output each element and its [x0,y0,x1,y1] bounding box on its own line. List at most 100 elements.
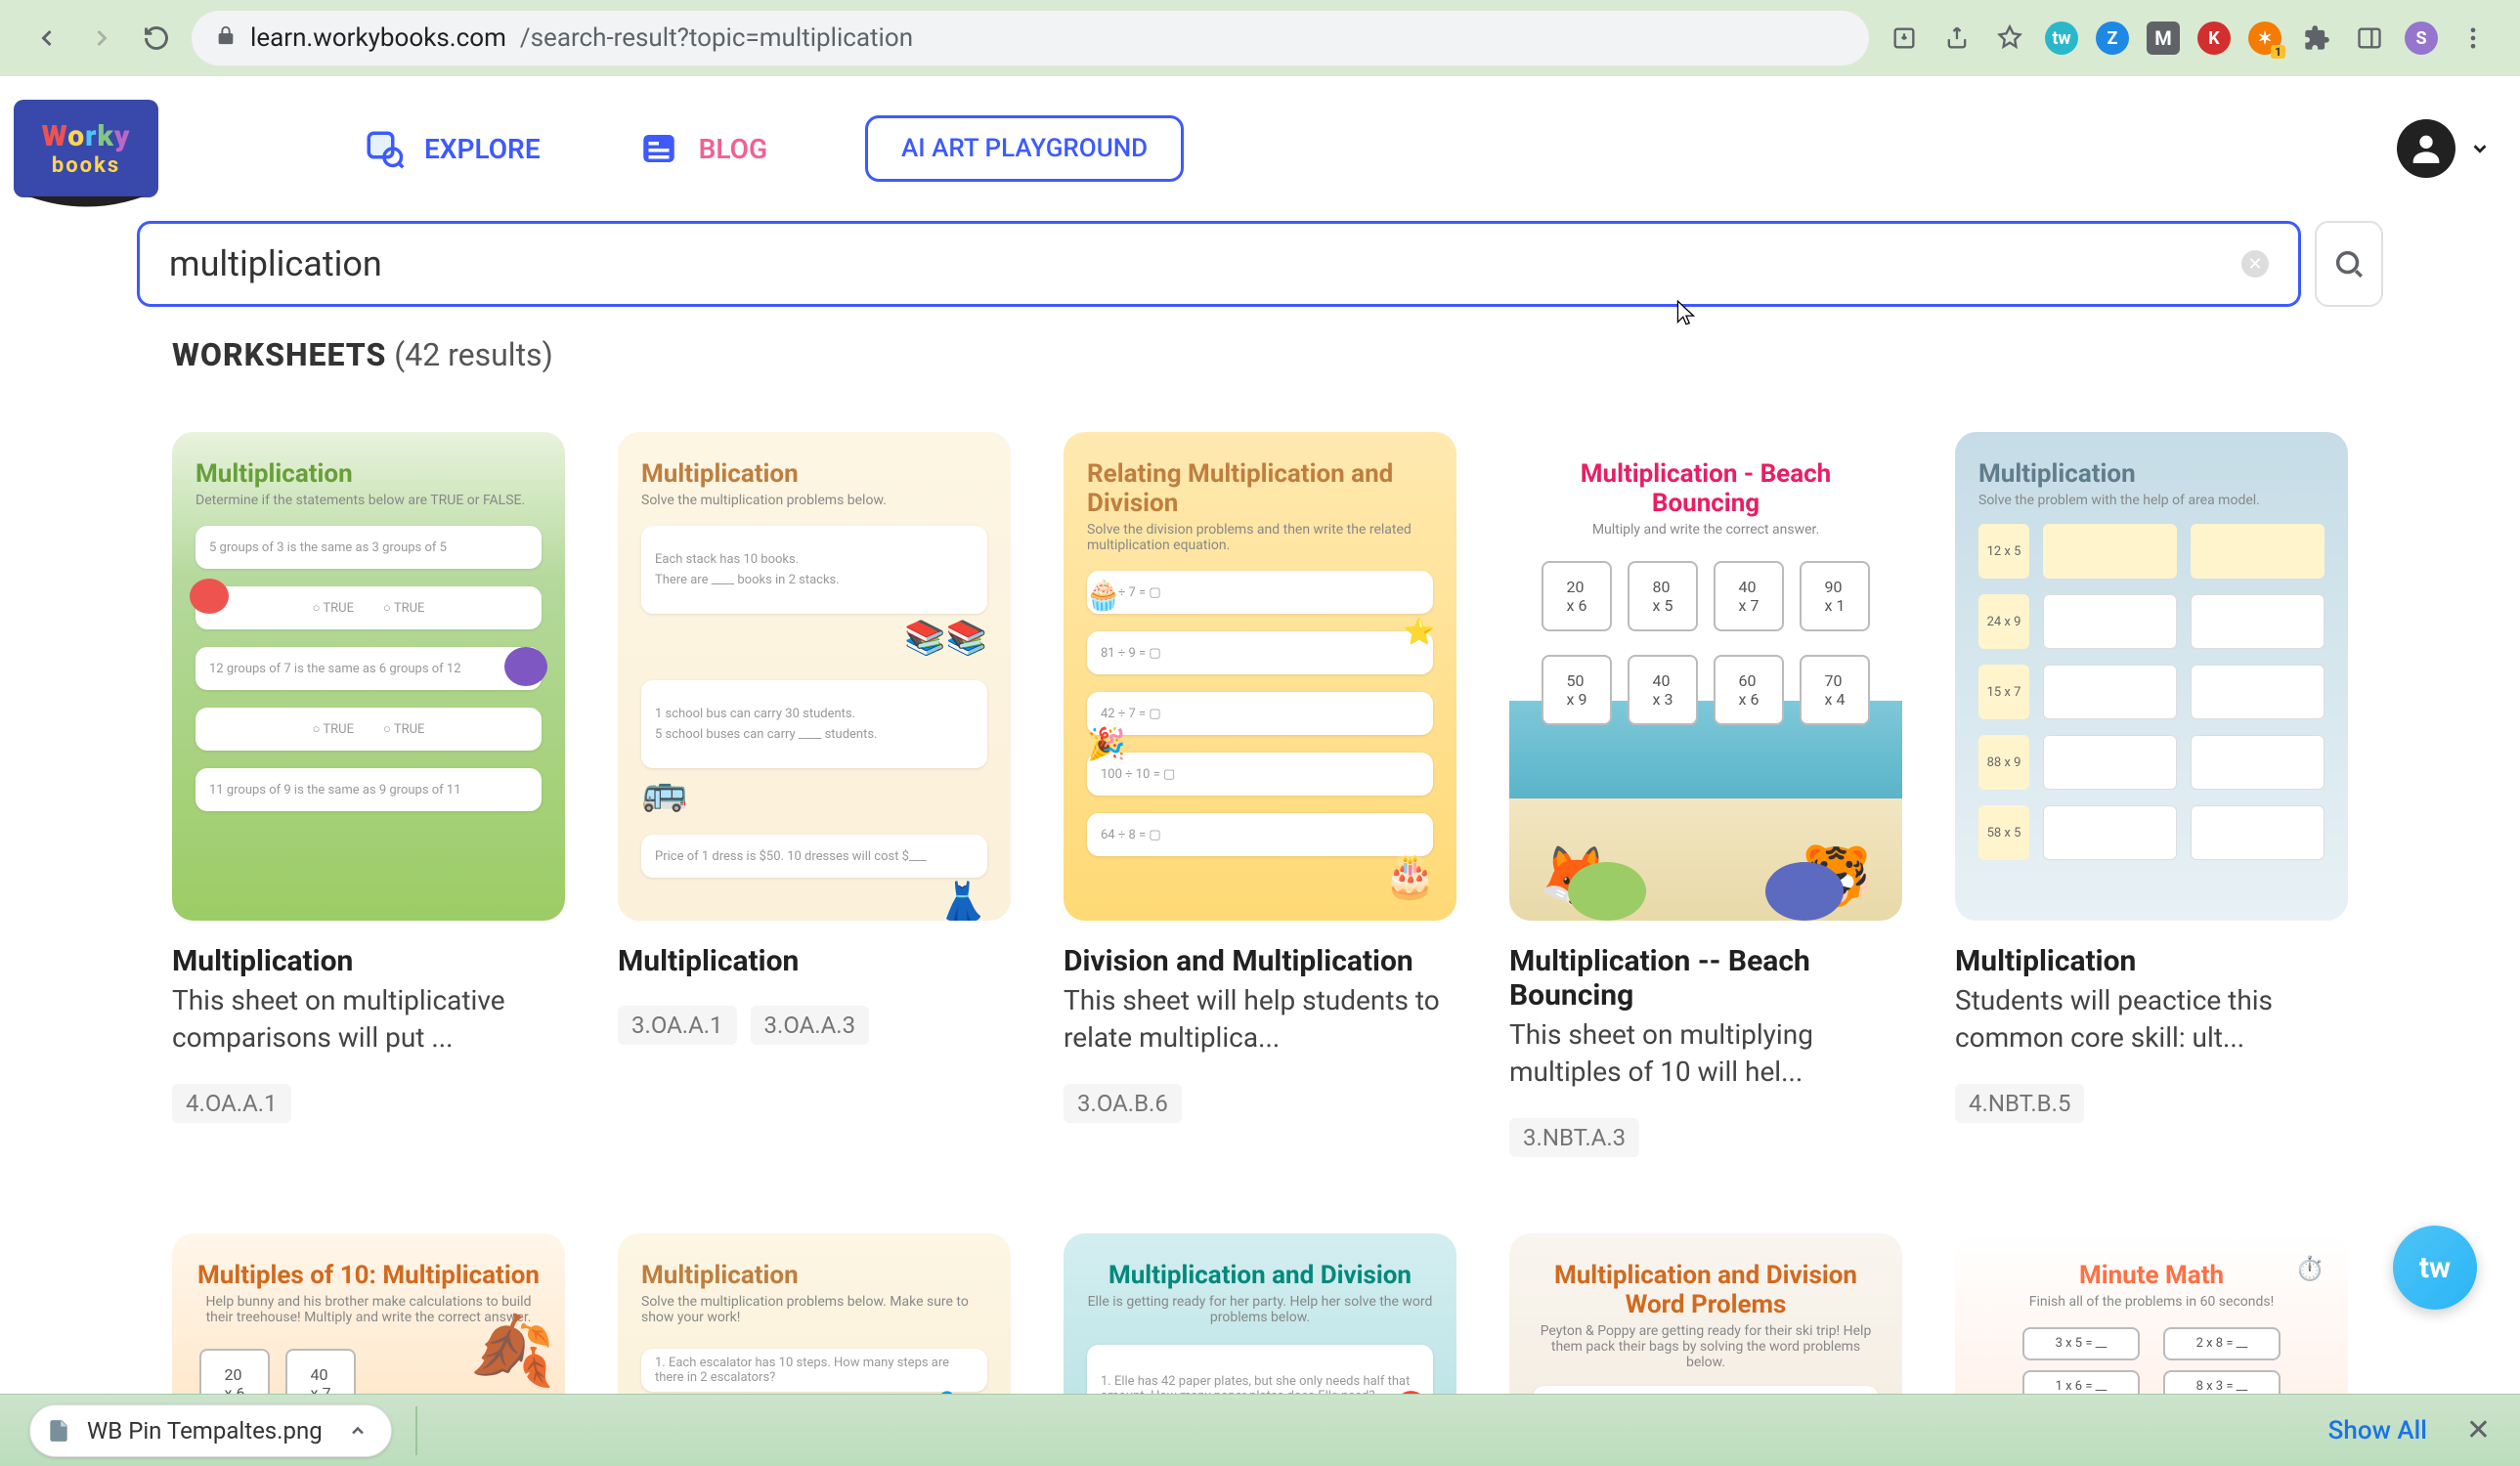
extension-icon[interactable]: tw [2045,22,2078,55]
worksheet-thumbnail[interactable]: Multiplication Solve the multiplication … [618,432,1011,921]
logo-line2: books [52,153,120,178]
worksheet-thumbnail[interactable]: Multiplication - Beach Bouncing Multiply… [1509,432,1902,921]
worksheet-card: Multiplication Solve the problem with th… [1955,432,2348,1157]
search-row: ✕ [0,221,2520,307]
results-heading: WORKSHEETS (42 results) [0,307,2520,403]
download-item[interactable]: WB Pin Tempaltes.png [29,1404,392,1457]
thumb-title: Multiplication [641,1261,987,1290]
worksheet-thumbnail[interactable]: Relating Multiplication and Division Sol… [1064,432,1456,921]
card-title: Multiplication [618,944,1011,978]
thumb-subtitle: Solve the multiplication problems below. [641,493,987,508]
worksheet-card: Multiplication - Beach Bouncing Multiply… [1509,432,1902,1157]
thumb-subtitle: Determine if the statements below are TR… [196,493,542,508]
worksheet-card: Multiplication Solve the multiplication … [618,432,1011,1157]
close-downloads-button[interactable]: ✕ [2466,1413,2491,1447]
card-title: Division and Multiplication [1064,944,1456,978]
show-all-downloads[interactable]: Show All [2328,1416,2427,1445]
thumb-title: Multiplication and Division Word Prolems [1533,1261,1879,1319]
address-bar[interactable]: learn.workybooks.com/search-result?topic… [192,11,1869,65]
reload-button[interactable] [139,21,174,56]
ai-playground-button[interactable]: AI ART PLAYGROUND [865,115,1184,182]
thumb-title: Multiplication and Division [1087,1261,1433,1290]
nav-blog-label: BLOG [699,133,767,165]
worksheet-thumbnail[interactable]: Multiplication Solve the problem with th… [1955,432,2348,921]
card-description: This sheet on multiplying multiples of 1… [1509,1016,1902,1091]
forward-button[interactable] [84,21,119,56]
extension-icon[interactable]: ✶1 [2248,22,2281,55]
standard-tag[interactable]: 3.OA.A.1 [618,1006,737,1045]
extension-icon[interactable]: K [2197,22,2231,55]
search-icon [2332,247,2366,280]
search-box: ✕ [137,221,2301,307]
card-tags: 3.NBT.A.3 [1509,1118,1902,1157]
back-button[interactable] [29,21,65,56]
card-tags: 4.OA.A.1 [172,1084,565,1123]
account-avatar-icon [2397,119,2455,178]
lock-icon [215,23,237,53]
thumb-subtitle: Solve the division problems and then wri… [1087,522,1433,553]
divider [415,1406,417,1455]
card-title: Multiplication -- Beach Bouncing [1509,944,1902,1013]
card-title: Multiplication [172,944,565,978]
nav-explore[interactable]: EXPLORE [364,128,541,169]
thumb-subtitle: Finish all of the problems in 60 seconds… [1978,1294,2324,1310]
thumb-title: Minute Math [1978,1261,2324,1290]
results-count: (42 results) [394,336,552,373]
nav-blog[interactable]: BLOG [638,128,767,169]
nav-explore-label: EXPLORE [424,133,541,165]
thumb-subtitle: Elle is getting ready for her party. Hel… [1087,1294,1433,1325]
standard-tag[interactable]: 3.NBT.A.3 [1509,1118,1639,1157]
blog-icon [638,128,679,169]
url-host: learn.workybooks.com [250,23,506,53]
worksheet-card: Multiplication Determine if the statemen… [172,432,565,1157]
file-image-icon [46,1418,71,1444]
profile-avatar-icon[interactable]: S [2405,22,2438,55]
browser-nav-controls [29,21,174,56]
thumb-subtitle: Peyton & Poppy are getting ready for the… [1533,1323,1879,1370]
thumb-subtitle: Solve the multiplication problems below.… [641,1294,987,1325]
extension-icon[interactable]: M [2147,22,2180,55]
results-grid: Multiplication Determine if the statemen… [0,403,2520,1157]
downloads-bar: WB Pin Tempaltes.png Show All ✕ [0,1394,2520,1466]
thumb-title: Multiplication [1978,459,2324,489]
explore-icon [364,128,405,169]
worksheet-card: Relating Multiplication and Division Sol… [1064,432,1456,1157]
browser-chrome: learn.workybooks.com/search-result?topic… [0,0,2520,76]
chevron-down-icon [2469,138,2491,159]
bookmark-star-icon[interactable] [1992,21,2027,56]
install-app-icon[interactable] [1887,21,1922,56]
chevron-up-icon [348,1421,368,1441]
search-input[interactable] [169,243,2241,284]
help-chat-button[interactable]: tw [2393,1226,2477,1310]
share-icon[interactable] [1939,21,1975,56]
worksheet-thumbnail[interactable]: Multiplication Determine if the statemen… [172,432,565,921]
standard-tag[interactable]: 3.OA.A.3 [751,1006,870,1045]
search-button[interactable] [2315,221,2383,307]
site-logo[interactable]: Worky books [14,100,158,197]
thumb-title: Multiplication [196,459,542,489]
card-title: Multiplication [1955,944,2348,978]
nav-links: EXPLORE BLOG AI ART PLAYGROUND [364,115,1184,182]
thumb-subtitle: Solve the problem with the help of area … [1978,493,2324,508]
site-header: Worky books EXPLORE BLOG AI ART PLAYGROU… [0,76,2520,221]
account-menu[interactable] [2397,119,2491,178]
extension-icon[interactable]: Z [2096,22,2129,55]
results-label: WORKSHEETS [172,336,386,373]
thumb-title: Multiplication - Beach Bouncing [1533,459,1879,518]
url-path: /search-result?topic=multiplication [520,23,913,53]
thumb-title: Relating Multiplication and Division [1087,459,1433,518]
standard-tag[interactable]: 3.OA.B.6 [1064,1084,1182,1123]
cursor-icon [1673,299,1699,328]
card-tags: 3.OA.A.1 3.OA.A.3 [618,1006,1011,1045]
card-tags: 3.OA.B.6 [1064,1084,1456,1123]
download-filename: WB Pin Tempaltes.png [87,1417,323,1444]
browser-actions: tw Z M K ✶1 S [1887,21,2491,56]
chrome-menu-icon[interactable] [2455,21,2491,56]
extensions-icon[interactable] [2299,21,2334,56]
clear-search-button[interactable]: ✕ [2241,250,2269,278]
card-description: Students will peactice this common core … [1955,982,2348,1056]
standard-tag[interactable]: 4.NBT.B.5 [1955,1084,2084,1123]
side-panel-icon[interactable] [2352,21,2387,56]
standard-tag[interactable]: 4.OA.A.1 [172,1084,291,1123]
card-description: This sheet will help students to relate … [1064,982,1456,1056]
